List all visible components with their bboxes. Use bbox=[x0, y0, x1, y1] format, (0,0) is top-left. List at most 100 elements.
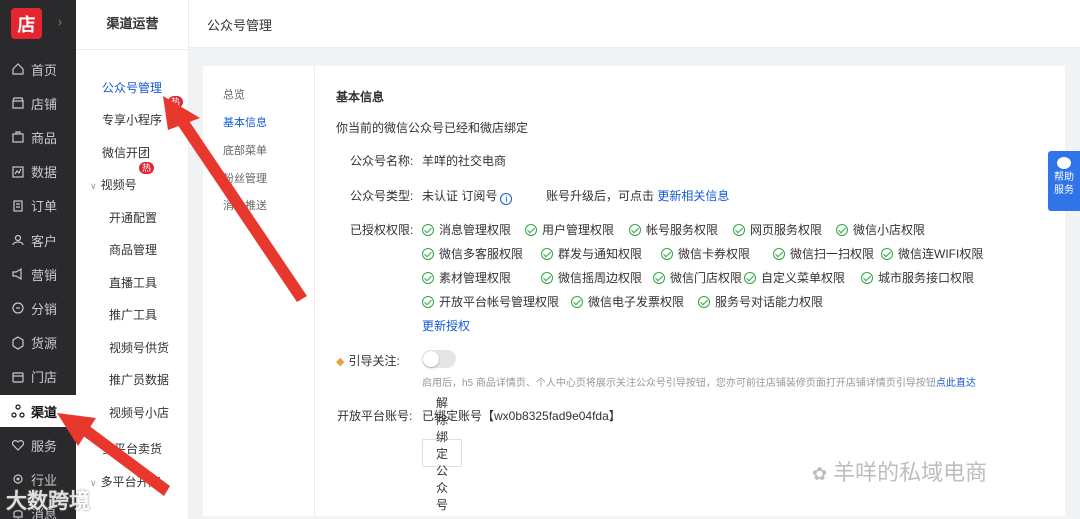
check-circle-icon bbox=[422, 295, 434, 308]
rail-item-label: 营销 bbox=[31, 267, 58, 283]
guide-hint-wrap: 启用后，h5 商品详情页、个人中心页将展示关注公众号引导按钮，您亦可前往店铺装修… bbox=[422, 374, 976, 389]
check-circle-icon bbox=[629, 223, 641, 236]
unbind-button[interactable]: 解除绑定公众号 bbox=[422, 396, 463, 512]
chat-icon bbox=[1057, 157, 1071, 169]
sidebar-item-promote[interactable]: 推广工具 bbox=[109, 306, 157, 323]
tab-bottom-menu[interactable]: 底部菜单 bbox=[223, 142, 267, 158]
permission-label: 用户管理权限 bbox=[542, 223, 615, 237]
watermark-2: 大数跨境 bbox=[6, 490, 90, 513]
check-circle-icon bbox=[698, 295, 710, 308]
permission-label: 微信小店权限 bbox=[853, 223, 926, 237]
rail-item-label: 商品 bbox=[31, 130, 58, 146]
permission-item: 微信卡券权限 bbox=[661, 245, 750, 262]
tab-fans[interactable]: 粉丝管理 bbox=[223, 170, 267, 186]
type-value-wrap: 未认证 订阅号 i bbox=[422, 187, 513, 205]
check-circle-icon bbox=[661, 247, 673, 260]
sidebar-item-video-shop[interactable]: 视频号小店 bbox=[109, 404, 169, 421]
permission-item: 微信小店权限 bbox=[836, 221, 925, 238]
check-circle-icon bbox=[571, 295, 583, 308]
permission-item: 网页服务权限 bbox=[733, 221, 822, 238]
permission-label: 群发与通知权限 bbox=[558, 247, 643, 261]
shop-icon bbox=[12, 372, 24, 383]
permission-label: 开放平台帐号管理权限 bbox=[439, 295, 560, 309]
rail-item-label: 分销 bbox=[31, 301, 58, 317]
help-line1: 帮助 bbox=[1054, 172, 1074, 183]
tab-basic-info[interactable]: 基本信息 bbox=[223, 114, 267, 130]
permission-item: 微信多客服权限 bbox=[422, 245, 523, 262]
permission-label: 帐号服务权限 bbox=[646, 223, 719, 237]
rail-item[interactable]: 商品 bbox=[0, 121, 76, 153]
sidebar-item-multi-sell[interactable]: 多平台卖货 bbox=[102, 440, 162, 457]
permission-item: 微信电子发票权限 bbox=[571, 293, 684, 310]
renew-auth-link[interactable]: 更新授权 bbox=[422, 317, 470, 334]
check-circle-icon bbox=[653, 271, 665, 284]
channel-sidebar: 渠道运营 公众号管理 热 专享小程序 微信开团 热 ∨ 视频号 开通配置 商品管理… bbox=[76, 0, 189, 519]
rail-item[interactable]: 服务 bbox=[0, 429, 76, 461]
help-service-button[interactable]: 帮助 服务 bbox=[1048, 151, 1080, 211]
rail-item[interactable]: 订单 bbox=[0, 190, 76, 222]
permission-label: 微信卡券权限 bbox=[678, 247, 751, 261]
permission-item: 用户管理权限 bbox=[525, 221, 614, 238]
megaphone-icon bbox=[12, 268, 22, 281]
rail-item[interactable]: 店铺 bbox=[0, 87, 76, 119]
update-info-link[interactable]: 更新相关信息 bbox=[657, 189, 729, 203]
permission-label: 网页服务权限 bbox=[750, 223, 823, 237]
chevron-down-icon: ∨ bbox=[90, 478, 97, 488]
sidebar-item-gzh[interactable]: 公众号管理 bbox=[102, 79, 162, 96]
rail-item-label: 店铺 bbox=[31, 96, 58, 112]
expand-rail-icon[interactable]: › bbox=[58, 15, 62, 29]
sidebar-item-miniapp[interactable]: 专享小程序 bbox=[102, 111, 162, 128]
hot-badge: 热 bbox=[168, 96, 184, 108]
sidebar-item-goods[interactable]: 商品管理 bbox=[109, 241, 157, 258]
rail-item[interactable]: 营销 bbox=[0, 258, 76, 290]
check-circle-icon bbox=[861, 271, 873, 284]
open-platform-label: 开放平台账号: bbox=[337, 409, 413, 423]
page-title: 公众号管理 bbox=[207, 18, 273, 33]
sidebar-group-video[interactable]: ∨ 视频号 bbox=[90, 176, 137, 193]
section-title: 基本信息 bbox=[336, 90, 385, 104]
rail-item[interactable]: 数据 bbox=[0, 156, 76, 188]
sidebar-item-kaitong[interactable]: 开通配置 bbox=[109, 209, 157, 226]
info-icon[interactable]: i bbox=[500, 193, 513, 205]
guide-toggle[interactable] bbox=[422, 350, 456, 368]
rail-item-label: 货源 bbox=[31, 336, 58, 352]
permission-item: 群发与通知权限 bbox=[541, 245, 642, 262]
guide-direct-link[interactable]: 点此直达 bbox=[936, 378, 976, 389]
check-circle-icon bbox=[836, 223, 848, 236]
sidebar-group-multi-open[interactable]: ∨ 多平台开店 bbox=[90, 473, 161, 490]
guide-hint: 启用后，h5 商品详情页、个人中心页将展示关注公众号引导按钮，您亦可前往店铺装修… bbox=[422, 378, 936, 389]
permission-label: 服务号对话能力权限 bbox=[715, 295, 824, 309]
content-card: 总览 基本信息 底部菜单 粉丝管理 消息推送 基本信息 你当前的微信公众号已经和… bbox=[203, 66, 1065, 516]
check-circle-icon bbox=[881, 247, 893, 260]
check-circle-icon bbox=[733, 223, 745, 236]
permission-item: 微信扫一扫权限 bbox=[773, 245, 874, 262]
watermark: ✿ 羊咩的私域电商 bbox=[812, 460, 988, 485]
permission-label: 自定义菜单权限 bbox=[761, 271, 846, 285]
store-logo[interactable]: 店 bbox=[11, 8, 42, 39]
rail-item[interactable]: 首页 bbox=[0, 53, 76, 85]
check-circle-icon bbox=[422, 247, 434, 260]
rail-item[interactable]: 门店 bbox=[0, 361, 76, 393]
store-icon bbox=[12, 97, 24, 109]
sidebar-item-promoter-data[interactable]: 推广员数据 bbox=[109, 371, 169, 388]
rail-item[interactable]: 货源 bbox=[0, 327, 76, 359]
upgrade-text: 账号升级后，可点击 bbox=[546, 189, 655, 203]
rail-item-label: 订单 bbox=[31, 199, 58, 215]
rail-item-label: 门店 bbox=[31, 370, 58, 386]
type-value: 未认证 订阅号 bbox=[422, 189, 498, 203]
sidebar-item-live[interactable]: 直播工具 bbox=[109, 274, 157, 291]
document-icon bbox=[13, 200, 23, 212]
tab-push[interactable]: 消息推送 bbox=[223, 197, 267, 213]
permission-label: 微信电子发票权限 bbox=[588, 295, 685, 309]
rail-item-label: 渠道 bbox=[31, 404, 58, 420]
tab-overview[interactable]: 总览 bbox=[223, 86, 245, 102]
rail-item[interactable]: 客户 bbox=[0, 224, 76, 256]
permission-label: 微信扫一扫权限 bbox=[790, 247, 875, 261]
rail-item[interactable]: 分销 bbox=[0, 292, 76, 324]
help-line2: 服务 bbox=[1054, 185, 1074, 196]
permission-item: 城市服务接口权限 bbox=[861, 269, 974, 286]
hot-badge-2: 热 bbox=[139, 162, 155, 174]
sidebar-item-supply[interactable]: 视频号供货 bbox=[109, 339, 169, 356]
rail-item[interactable]: 渠道 bbox=[0, 395, 76, 427]
sidebar-item-wxgroup[interactable]: 微信开团 bbox=[102, 144, 150, 161]
